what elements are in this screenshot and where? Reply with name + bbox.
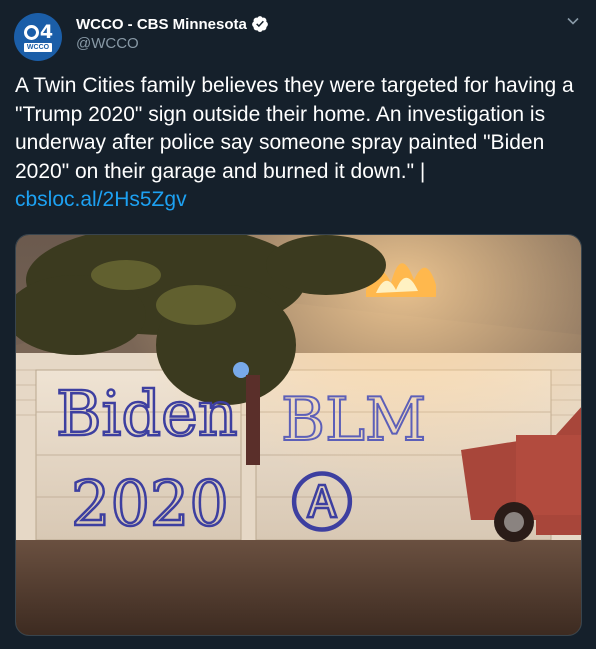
wcco-logo-icon: 4 [23, 22, 53, 41]
verified-badge-icon [251, 16, 268, 32]
tweet-card: 4 WCCO WCCO - CBS Minnesota @WCCO A Twin… [0, 0, 596, 649]
tweet-link[interactable]: cbsloc.al/2Hs5Zgv [15, 188, 187, 211]
graffiti-blm: BLM [281, 385, 426, 455]
garage-fire-photo: Biden 2020 BLM Ⓐ [16, 235, 581, 635]
author-name-row[interactable]: WCCO - CBS Minnesota [76, 15, 269, 33]
graffiti-anarchy: Ⓐ [291, 467, 353, 540]
avatar-logo-text: WCCO [23, 42, 53, 52]
tweet-text: A Twin Cities family believes they were … [15, 72, 585, 215]
chevron-down-icon[interactable] [566, 14, 580, 28]
display-name[interactable]: WCCO - CBS Minnesota [76, 16, 247, 33]
tweet-body: A Twin Cities family believes they were … [15, 74, 574, 183]
avatar[interactable]: 4 WCCO [14, 13, 62, 61]
tweet-photo[interactable]: Biden 2020 BLM Ⓐ [15, 234, 582, 636]
user-handle[interactable]: @WCCO [76, 35, 139, 52]
graffiti-2020: 2020 [71, 467, 229, 540]
graffiti-biden: Biden [56, 377, 238, 450]
